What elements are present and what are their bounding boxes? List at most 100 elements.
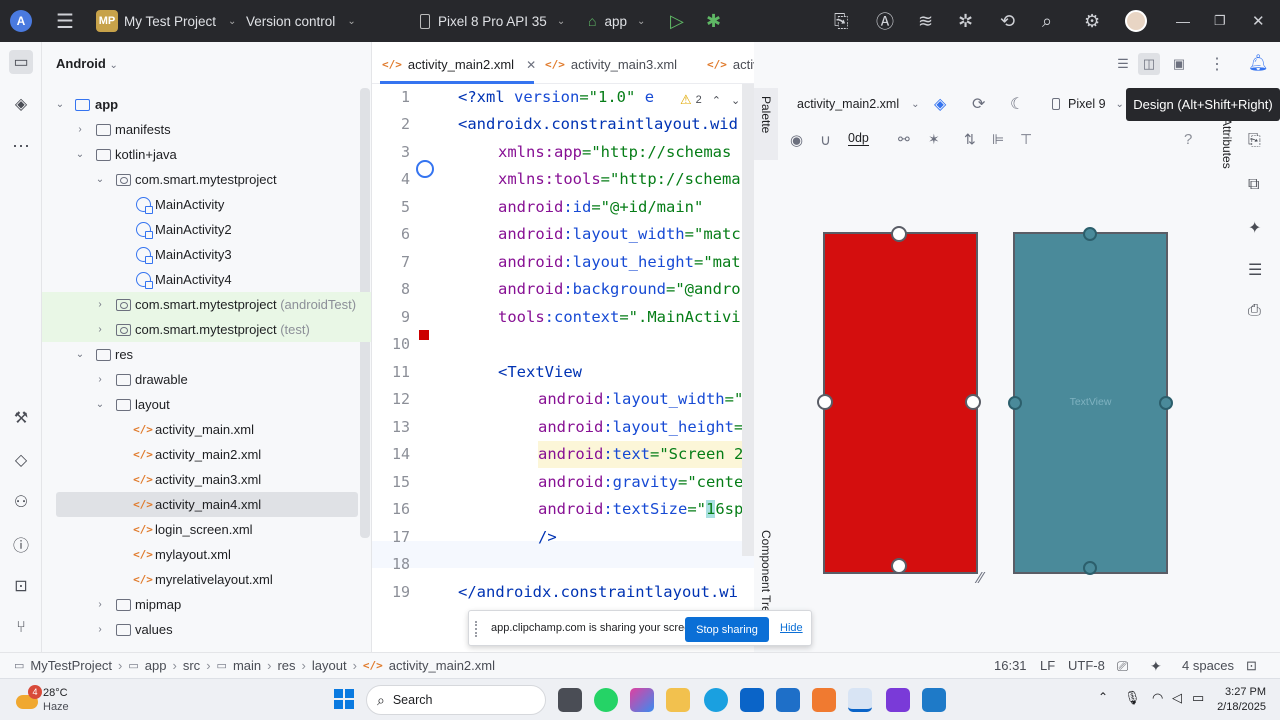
align-icon[interactable]: ⊫: [992, 131, 1004, 148]
android-studio-taskbar-icon[interactable]: [848, 688, 872, 712]
tree-item-login-screen[interactable]: </> login_screen.xml: [42, 517, 371, 542]
tree-item-manifests[interactable]: › manifests: [42, 117, 371, 142]
design-preview-teal[interactable]: TextView: [1008, 227, 1173, 575]
close-icon[interactable]: ✕: [1252, 0, 1265, 42]
activity-gutter-icon[interactable]: [416, 160, 434, 178]
task-view-icon[interactable]: [558, 688, 582, 712]
gemini-status-icon[interactable]: ✦: [1150, 658, 1162, 675]
constraint-handle[interactable]: [891, 558, 907, 574]
file-encoding[interactable]: UTF-8: [1068, 658, 1105, 673]
settings-icon[interactable]: ⚙: [1084, 0, 1100, 42]
avatar[interactable]: [1125, 0, 1147, 42]
android-studio-logo-icon[interactable]: A: [10, 0, 32, 42]
main-menu-icon[interactable]: ☰: [56, 0, 74, 42]
guidelines-icon[interactable]: ⊤: [1020, 131, 1032, 148]
code-area[interactable]: <?xml version="1.0" e <androidx.constrai…: [458, 84, 754, 652]
tree-item-mainactivity4[interactable]: MainActivity4: [42, 267, 371, 292]
tab-activity-main3[interactable]: </> activity_main3.xml: [545, 57, 677, 72]
caret-position[interactable]: 16:31: [994, 658, 1027, 673]
store-icon[interactable]: [776, 688, 800, 712]
infer-constraints-icon[interactable]: ✶: [928, 131, 940, 148]
breadcrumb-item[interactable]: activity_main2.xml: [389, 658, 495, 673]
tree-item-mylayout[interactable]: </> mylayout.xml: [42, 542, 371, 567]
sync-icon[interactable]: ⟲: [1000, 0, 1015, 42]
clock-date[interactable]: 2/18/2025: [1206, 701, 1266, 713]
tree-item-values[interactable]: › values: [42, 617, 371, 642]
breadcrumb-item[interactable]: src: [183, 658, 200, 673]
breadcrumb-item[interactable]: layout: [312, 658, 347, 673]
tree-item-activity-main4[interactable]: </> activity_main4.xml: [56, 492, 358, 517]
clear-constraints-icon[interactable]: ⚯: [898, 131, 910, 148]
office-icon[interactable]: [812, 688, 836, 712]
readonly-icon[interactable]: ⎚: [1117, 658, 1128, 675]
volume-icon[interactable]: ◁: [1172, 690, 1182, 706]
constraint-handle[interactable]: [1008, 396, 1022, 410]
gem-icon[interactable]: ◇: [9, 448, 33, 472]
file-explorer-icon[interactable]: [666, 688, 690, 712]
layout-file-selector[interactable]: activity_main2.xml ⌄: [797, 97, 920, 111]
indent-setting[interactable]: 4 spaces: [1182, 658, 1234, 673]
device-file-icon[interactable]: ⎘: [1248, 132, 1261, 150]
run-icon[interactable]: ▷: [670, 0, 684, 42]
restore-icon[interactable]: ❐: [1214, 0, 1226, 42]
vcs-widget[interactable]: Version control ⌄: [246, 0, 356, 42]
run-config-selector[interactable]: ⌂ app ⌄: [588, 0, 645, 42]
breadcrumb-item[interactable]: res: [277, 658, 295, 673]
git-icon[interactable]: ⑂: [9, 616, 33, 640]
chevron-up-icon[interactable]: ⌃: [712, 94, 721, 107]
inspection-widget[interactable]: ⚠ 2 ⌃ ⌄: [678, 92, 743, 108]
design-view-icon[interactable]: ▣: [1168, 53, 1190, 75]
resource-manager-icon[interactable]: ◈: [9, 92, 33, 116]
orientation-icon[interactable]: ⟳: [972, 94, 985, 114]
taskbar-search[interactable]: ⌕ Search: [366, 685, 546, 715]
split-view-icon[interactable]: ◫: [1138, 53, 1160, 75]
tree-item-mainactivity2[interactable]: MainActivity2: [42, 217, 371, 242]
minimize-icon[interactable]: —: [1176, 0, 1190, 42]
whatsapp-icon[interactable]: [594, 688, 618, 712]
logcat-icon[interactable]: ≋: [918, 0, 933, 42]
tree-item-package-test[interactable]: › com.smart.mytestproject (test): [42, 317, 371, 342]
more-tools-icon[interactable]: ⋯: [9, 134, 33, 158]
constraint-handle[interactable]: [965, 394, 981, 410]
default-margin-value[interactable]: 0dp: [848, 131, 869, 146]
wifi-icon[interactable]: ◠: [1152, 690, 1163, 706]
breadcrumb-item[interactable]: MyTestProject: [30, 658, 112, 673]
microphone-icon[interactable]: 🎙︎: [1124, 690, 1141, 706]
debug-icon[interactable]: ✱: [706, 0, 721, 42]
help-icon[interactable]: ?: [1184, 131, 1192, 148]
chevron-down-icon[interactable]: ⌄: [731, 94, 740, 107]
close-tab-icon[interactable]: ✕: [526, 58, 536, 72]
breadcrumb-item[interactable]: main: [233, 658, 261, 673]
palette-tab[interactable]: Palette: [754, 88, 778, 160]
tab-activity-main2[interactable]: </> activity_main2.xml ✕: [382, 57, 536, 72]
tree-item-mipmap[interactable]: › mipmap: [42, 592, 371, 617]
layers-icon[interactable]: ◈: [934, 94, 946, 114]
app-window-icon[interactable]: [922, 688, 946, 712]
line-separator[interactable]: LF: [1040, 658, 1055, 673]
constraint-handle[interactable]: [1159, 396, 1173, 410]
device-selector[interactable]: Pixel 8 Pro API 35 ⌄: [420, 0, 565, 42]
breadcrumb-item[interactable]: app: [145, 658, 167, 673]
device-preview-selector[interactable]: Pixel 9 ⌄: [1052, 97, 1124, 111]
lock-icon[interactable]: ⊡: [1246, 658, 1257, 674]
battery-icon[interactable]: ▭: [1192, 690, 1204, 706]
tree-item-package-androidtest[interactable]: › com.smart.mytestproject (androidTest): [42, 292, 371, 317]
code-view-icon[interactable]: ☰: [1112, 53, 1134, 75]
night-mode-icon[interactable]: ☾: [1010, 94, 1024, 114]
clipchamp-icon[interactable]: [886, 688, 910, 712]
editor-scrollbar[interactable]: [742, 84, 754, 556]
edge-icon[interactable]: [704, 688, 728, 712]
clock-time[interactable]: 3:27 PM: [1216, 686, 1266, 698]
structure-icon[interactable]: ☰: [1248, 260, 1262, 280]
clipboard-icon[interactable]: ⎙: [1248, 302, 1261, 320]
gemini-icon[interactable]: ✦: [1248, 218, 1261, 238]
constraint-handle[interactable]: [1083, 227, 1097, 241]
constraint-handle[interactable]: [817, 394, 833, 410]
windows-start-icon[interactable]: [334, 689, 354, 709]
resize-handle-icon[interactable]: ⁄⁄: [978, 570, 983, 588]
hide-link[interactable]: Hide: [780, 622, 803, 634]
translate-icon[interactable]: Ⓐ: [876, 0, 894, 42]
weather-widget[interactable]: 4: [14, 685, 42, 713]
outlook-icon[interactable]: [740, 688, 764, 712]
notifications-icon[interactable]: 🔔︎: [1248, 53, 1268, 73]
